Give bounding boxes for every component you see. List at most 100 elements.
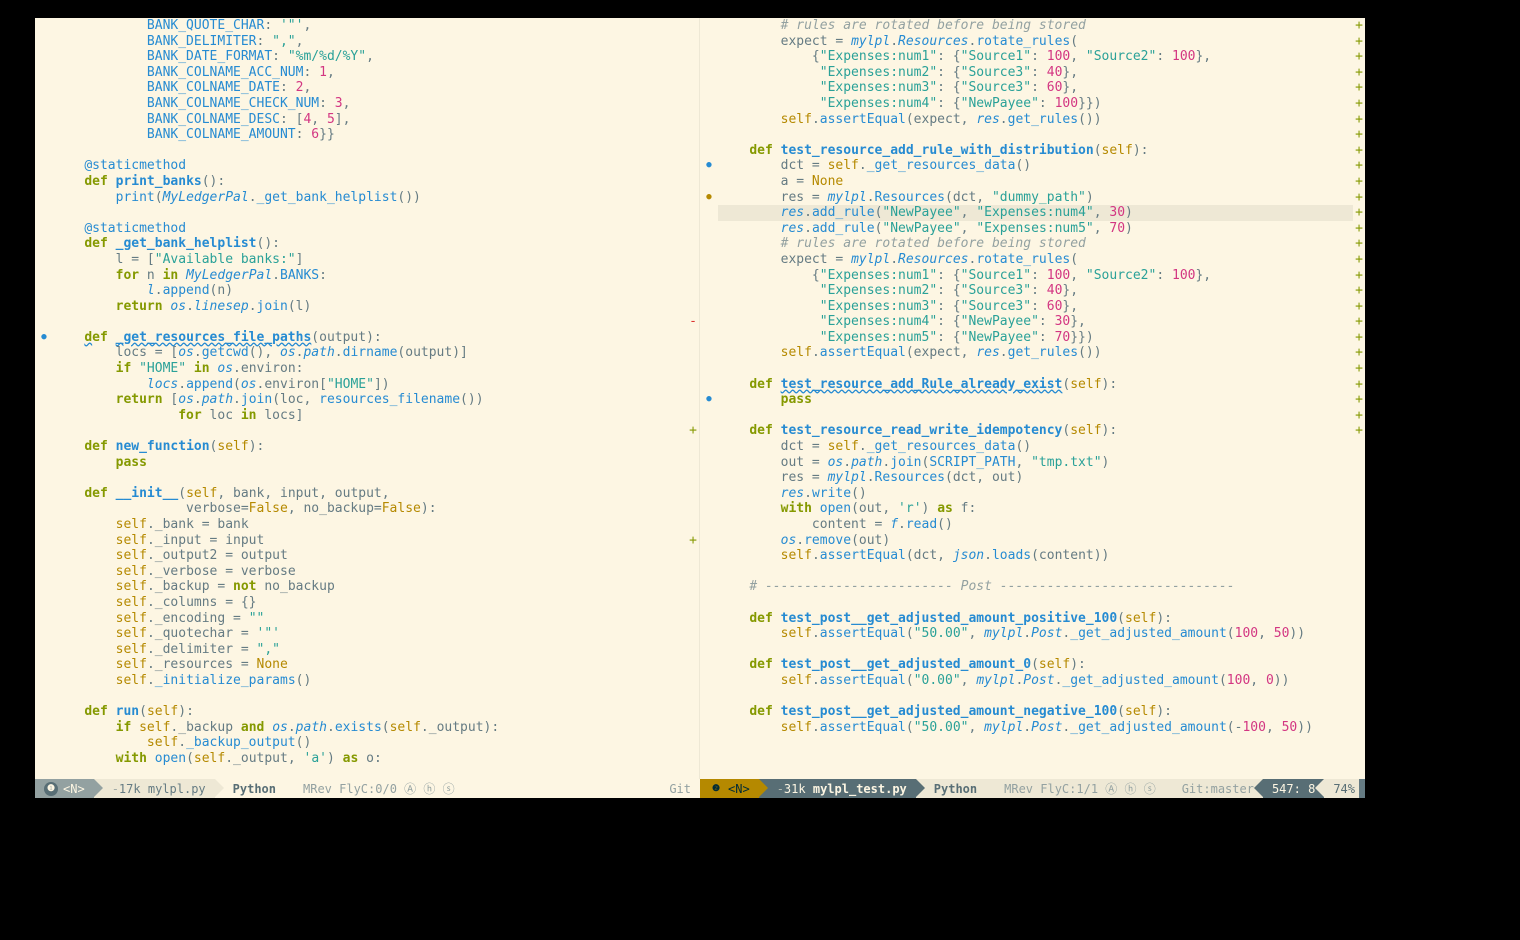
code-line[interactable]: "Expenses:num3": {"Source3": 60}, xyxy=(718,80,1353,96)
code-line[interactable]: self._encoding = "" xyxy=(53,611,687,627)
code-line[interactable]: {"Expenses:num1": {"Source1": 100, "Sour… xyxy=(718,49,1353,65)
code-line[interactable]: self._columns = {} xyxy=(53,595,687,611)
code-line[interactable] xyxy=(718,361,1353,377)
right-pane[interactable]: ●●● # rules are rotated before being sto… xyxy=(700,18,1365,779)
code-line[interactable]: BANK_COLNAME_DATE: 2, xyxy=(53,80,687,96)
code-line[interactable]: def test_resource_add_Rule_already_exist… xyxy=(718,377,1353,393)
code-line[interactable]: def test_post__get_adjusted_amount_posit… xyxy=(718,611,1353,627)
code-line[interactable]: def _get_resources_file_paths(output): xyxy=(53,330,687,346)
code-line[interactable]: locs = [os.getcwd(), os.path.dirname(out… xyxy=(53,345,687,361)
code-line[interactable]: expect = mylpl.Resources.rotate_rules( xyxy=(718,252,1353,268)
code-line[interactable]: self._backup = not no_backup xyxy=(53,579,687,595)
left-code-area[interactable]: BANK_QUOTE_CHAR: '"', BANK_DELIMITER: ",… xyxy=(53,18,687,779)
code-line[interactable]: # rules are rotated before being stored xyxy=(718,236,1353,252)
modeline-left[interactable]: ❶ <N> - 17k mylpl.py Python MRev FlyC:0/… xyxy=(35,779,700,798)
code-line[interactable]: self._quotechar = '"' xyxy=(53,626,687,642)
code-line[interactable]: BANK_DATE_FORMAT: "%m/%d/%Y", xyxy=(53,49,687,65)
code-line[interactable]: dct = self._get_resources_data() xyxy=(718,158,1353,174)
code-line[interactable]: def __init__(self, bank, input, output, xyxy=(53,486,687,502)
right-code-area[interactable]: # rules are rotated before being stored … xyxy=(718,18,1353,779)
code-line[interactable]: res.add_rule("NewPayee", "Expenses:num5"… xyxy=(718,221,1353,237)
major-mode-left[interactable]: Python xyxy=(215,779,285,798)
code-line[interactable]: self._bank = bank xyxy=(53,517,687,533)
code-line[interactable]: content = f.read() xyxy=(718,517,1353,533)
code-line[interactable]: res.write() xyxy=(718,486,1353,502)
code-line[interactable]: self.assertEqual("50.00", mylpl.Post._ge… xyxy=(718,626,1353,642)
code-line[interactable]: self.assertEqual(dct, json.loads(content… xyxy=(718,548,1353,564)
code-line[interactable]: def test_post__get_adjusted_amount_negat… xyxy=(718,704,1353,720)
code-line[interactable]: res = mylpl.Resources(dct, "dummy_path") xyxy=(718,190,1353,206)
major-mode-right[interactable]: Python xyxy=(916,779,986,798)
code-line[interactable]: self._verbose = verbose xyxy=(53,564,687,580)
code-line[interactable]: self._resources = None xyxy=(53,657,687,673)
code-line[interactable]: print(MyLedgerPal._get_bank_helplist()) xyxy=(53,190,687,206)
code-line[interactable]: BANK_COLNAME_ACC_NUM: 1, xyxy=(53,65,687,81)
code-line[interactable]: dct = self._get_resources_data() xyxy=(718,439,1353,455)
code-line[interactable]: self._backup_output() xyxy=(53,735,687,751)
code-line[interactable] xyxy=(53,205,687,221)
code-line[interactable]: verbose=False, no_backup=False): xyxy=(53,501,687,517)
code-line[interactable]: self._output2 = output xyxy=(53,548,687,564)
code-line[interactable]: @staticmethod xyxy=(53,221,687,237)
code-line[interactable]: BANK_QUOTE_CHAR: '"', xyxy=(53,18,687,34)
code-line[interactable] xyxy=(718,642,1353,658)
buffer-info-left[interactable]: - 17k mylpl.py xyxy=(94,779,215,798)
code-line[interactable]: def new_function(self): xyxy=(53,439,687,455)
code-line[interactable]: if self._backup and os.path.exists(self.… xyxy=(53,720,687,736)
code-line[interactable]: res.add_rule("NewPayee", "Expenses:num4"… xyxy=(718,205,1353,221)
code-line[interactable]: "Expenses:num5": {"NewPayee": 70}}) xyxy=(718,330,1353,346)
code-line[interactable]: res = mylpl.Resources(dct, out) xyxy=(718,470,1353,486)
code-line[interactable]: self.assertEqual("50.00", mylpl.Post._ge… xyxy=(718,720,1353,736)
code-line[interactable]: @staticmethod xyxy=(53,158,687,174)
code-line[interactable] xyxy=(53,470,687,486)
code-line[interactable]: for loc in locs] xyxy=(53,408,687,424)
code-line[interactable]: expect = mylpl.Resources.rotate_rules( xyxy=(718,34,1353,50)
code-line[interactable]: self.assertEqual(expect, res.get_rules()… xyxy=(718,345,1353,361)
code-line[interactable]: l.append(n) xyxy=(53,283,687,299)
code-line[interactable]: self._delimiter = "," xyxy=(53,642,687,658)
code-line[interactable]: for n in MyLedgerPal.BANKS: xyxy=(53,268,687,284)
code-line[interactable]: def test_resource_read_write_idempotency… xyxy=(718,423,1353,439)
code-line[interactable]: "Expenses:num2": {"Source3": 40}, xyxy=(718,283,1353,299)
code-line[interactable]: os.remove(out) xyxy=(718,533,1353,549)
code-line[interactable]: def run(self): xyxy=(53,704,687,720)
code-line[interactable] xyxy=(53,143,687,159)
code-line[interactable]: self._initialize_params() xyxy=(53,673,687,689)
code-line[interactable]: self.assertEqual("0.00", mylpl.Post._get… xyxy=(718,673,1353,689)
buffer-info-right[interactable]: - 31k mylpl_test.py xyxy=(759,779,916,798)
code-line[interactable] xyxy=(718,408,1353,424)
code-line[interactable]: def _get_bank_helplist(): xyxy=(53,236,687,252)
window-number-right[interactable]: ❷ <N> xyxy=(700,779,759,798)
code-line[interactable]: def test_resource_add_rule_with_distribu… xyxy=(718,143,1353,159)
code-line[interactable] xyxy=(718,127,1353,143)
code-line[interactable]: if "HOME" in os.environ: xyxy=(53,361,687,377)
code-line[interactable] xyxy=(53,689,687,705)
code-line[interactable]: # ------------------------ Post --------… xyxy=(718,579,1353,595)
code-line[interactable]: BANK_DELIMITER: ",", xyxy=(53,34,687,50)
git-info-right[interactable]: Git:master xyxy=(1173,779,1263,798)
modeline-right[interactable]: ❷ <N> - 31k mylpl_test.py Python MRev Fl… xyxy=(700,779,1365,798)
code-line[interactable]: pass xyxy=(53,455,687,471)
code-line[interactable]: BANK_COLNAME_DESC: [4, 5], xyxy=(53,112,687,128)
code-line[interactable]: {"Expenses:num1": {"Source1": 100, "Sour… xyxy=(718,268,1353,284)
minor-modes-left[interactable]: MRev FlyC:0/0 Ⓐ ⓗ ⓢ xyxy=(285,779,464,798)
code-line[interactable]: with open(self._output, 'a') as o: xyxy=(53,751,687,767)
code-line[interactable] xyxy=(53,423,687,439)
code-line[interactable] xyxy=(53,314,687,330)
left-pane[interactable]: ● BANK_QUOTE_CHAR: '"', BANK_DELIMITER: … xyxy=(35,18,700,779)
code-line[interactable]: # rules are rotated before being stored xyxy=(718,18,1353,34)
git-info-left[interactable]: Git xyxy=(660,779,700,798)
code-line[interactable]: self.assertEqual(expect, res.get_rules()… xyxy=(718,112,1353,128)
code-line[interactable]: l = ["Available banks:"] xyxy=(53,252,687,268)
code-line[interactable]: with open(out, 'r') as f: xyxy=(718,501,1353,517)
code-line[interactable]: out = os.path.join(SCRIPT_PATH, "tmp.txt… xyxy=(718,455,1353,471)
code-line[interactable]: return os.linesep.join(l) xyxy=(53,299,687,315)
code-line[interactable]: def test_post__get_adjusted_amount_0(sel… xyxy=(718,657,1353,673)
code-line[interactable]: "Expenses:num4": {"NewPayee": 30}, xyxy=(718,314,1353,330)
code-line[interactable] xyxy=(718,564,1353,580)
code-line[interactable]: def print_banks(): xyxy=(53,174,687,190)
code-line[interactable]: locs.append(os.environ["HOME"]) xyxy=(53,377,687,393)
code-line[interactable]: return [os.path.join(loc, resources_file… xyxy=(53,392,687,408)
code-line[interactable]: pass xyxy=(718,392,1353,408)
minor-modes-right[interactable]: MRev FlyC:1/1 Ⓐ ⓗ ⓢ xyxy=(986,779,1165,798)
